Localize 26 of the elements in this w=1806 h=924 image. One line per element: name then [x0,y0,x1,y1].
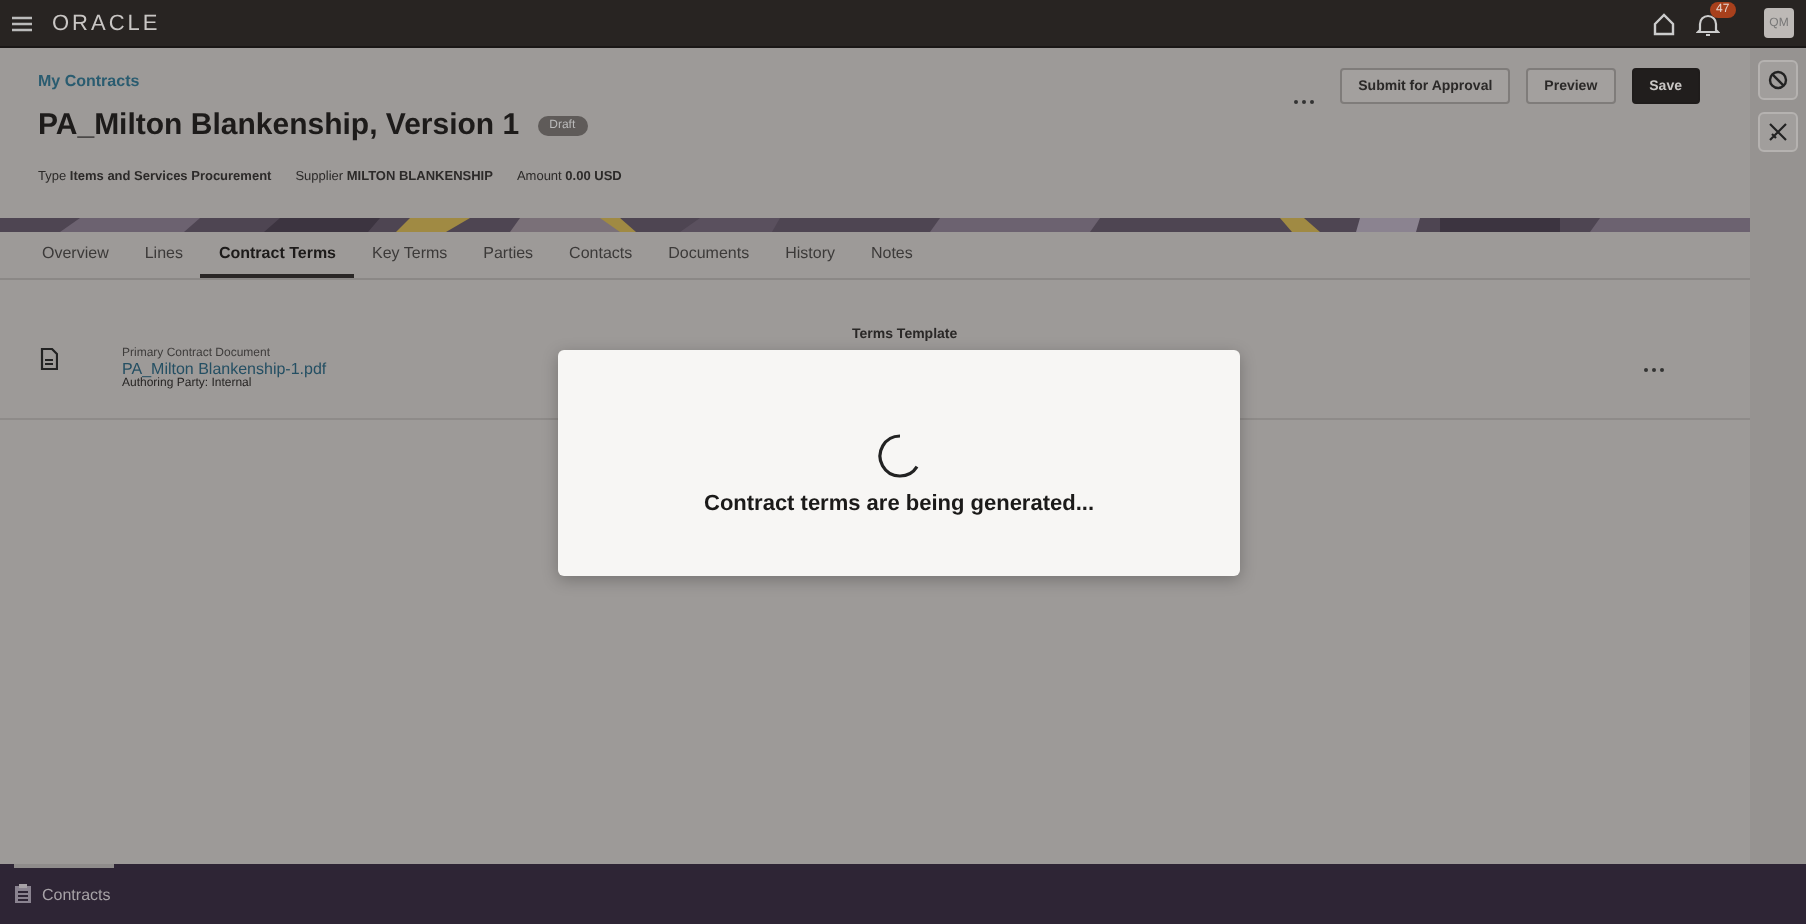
breadcrumb-link[interactable]: My Contracts [38,72,1293,90]
tab[interactable]: Overview [24,232,127,278]
document-icon [40,348,58,370]
tab[interactable]: Documents [650,232,768,278]
tab[interactable]: Parties [465,232,552,278]
spinner-icon [875,431,923,479]
tab[interactable]: Lines [126,232,201,278]
page-title: PA_Milton Blankenship, Version 1 [38,108,520,142]
tab[interactable]: Key Terms [354,232,466,278]
tools-button[interactable] [1758,112,1798,152]
footer-tab[interactable]: Contracts [42,885,111,903]
clipboard-icon [14,884,32,904]
oracle-logo: ORACLE [52,11,161,35]
tab[interactable]: Contacts [551,232,651,278]
menu-icon[interactable] [12,15,32,31]
more-icon[interactable] [1292,98,1317,106]
block-button[interactable] [1758,60,1798,100]
block-icon [1768,70,1788,90]
tab[interactable]: Contract Terms [200,232,354,278]
crossed-tools-icon [1768,122,1788,142]
home-icon[interactable] [1652,11,1676,35]
loading-message: Contract terms are being generated... [704,491,1094,515]
notification-icon[interactable] [1696,11,1720,37]
tab[interactable]: History [767,232,853,278]
more-icon[interactable] [1642,366,1666,374]
tab[interactable]: Notes [852,232,931,278]
